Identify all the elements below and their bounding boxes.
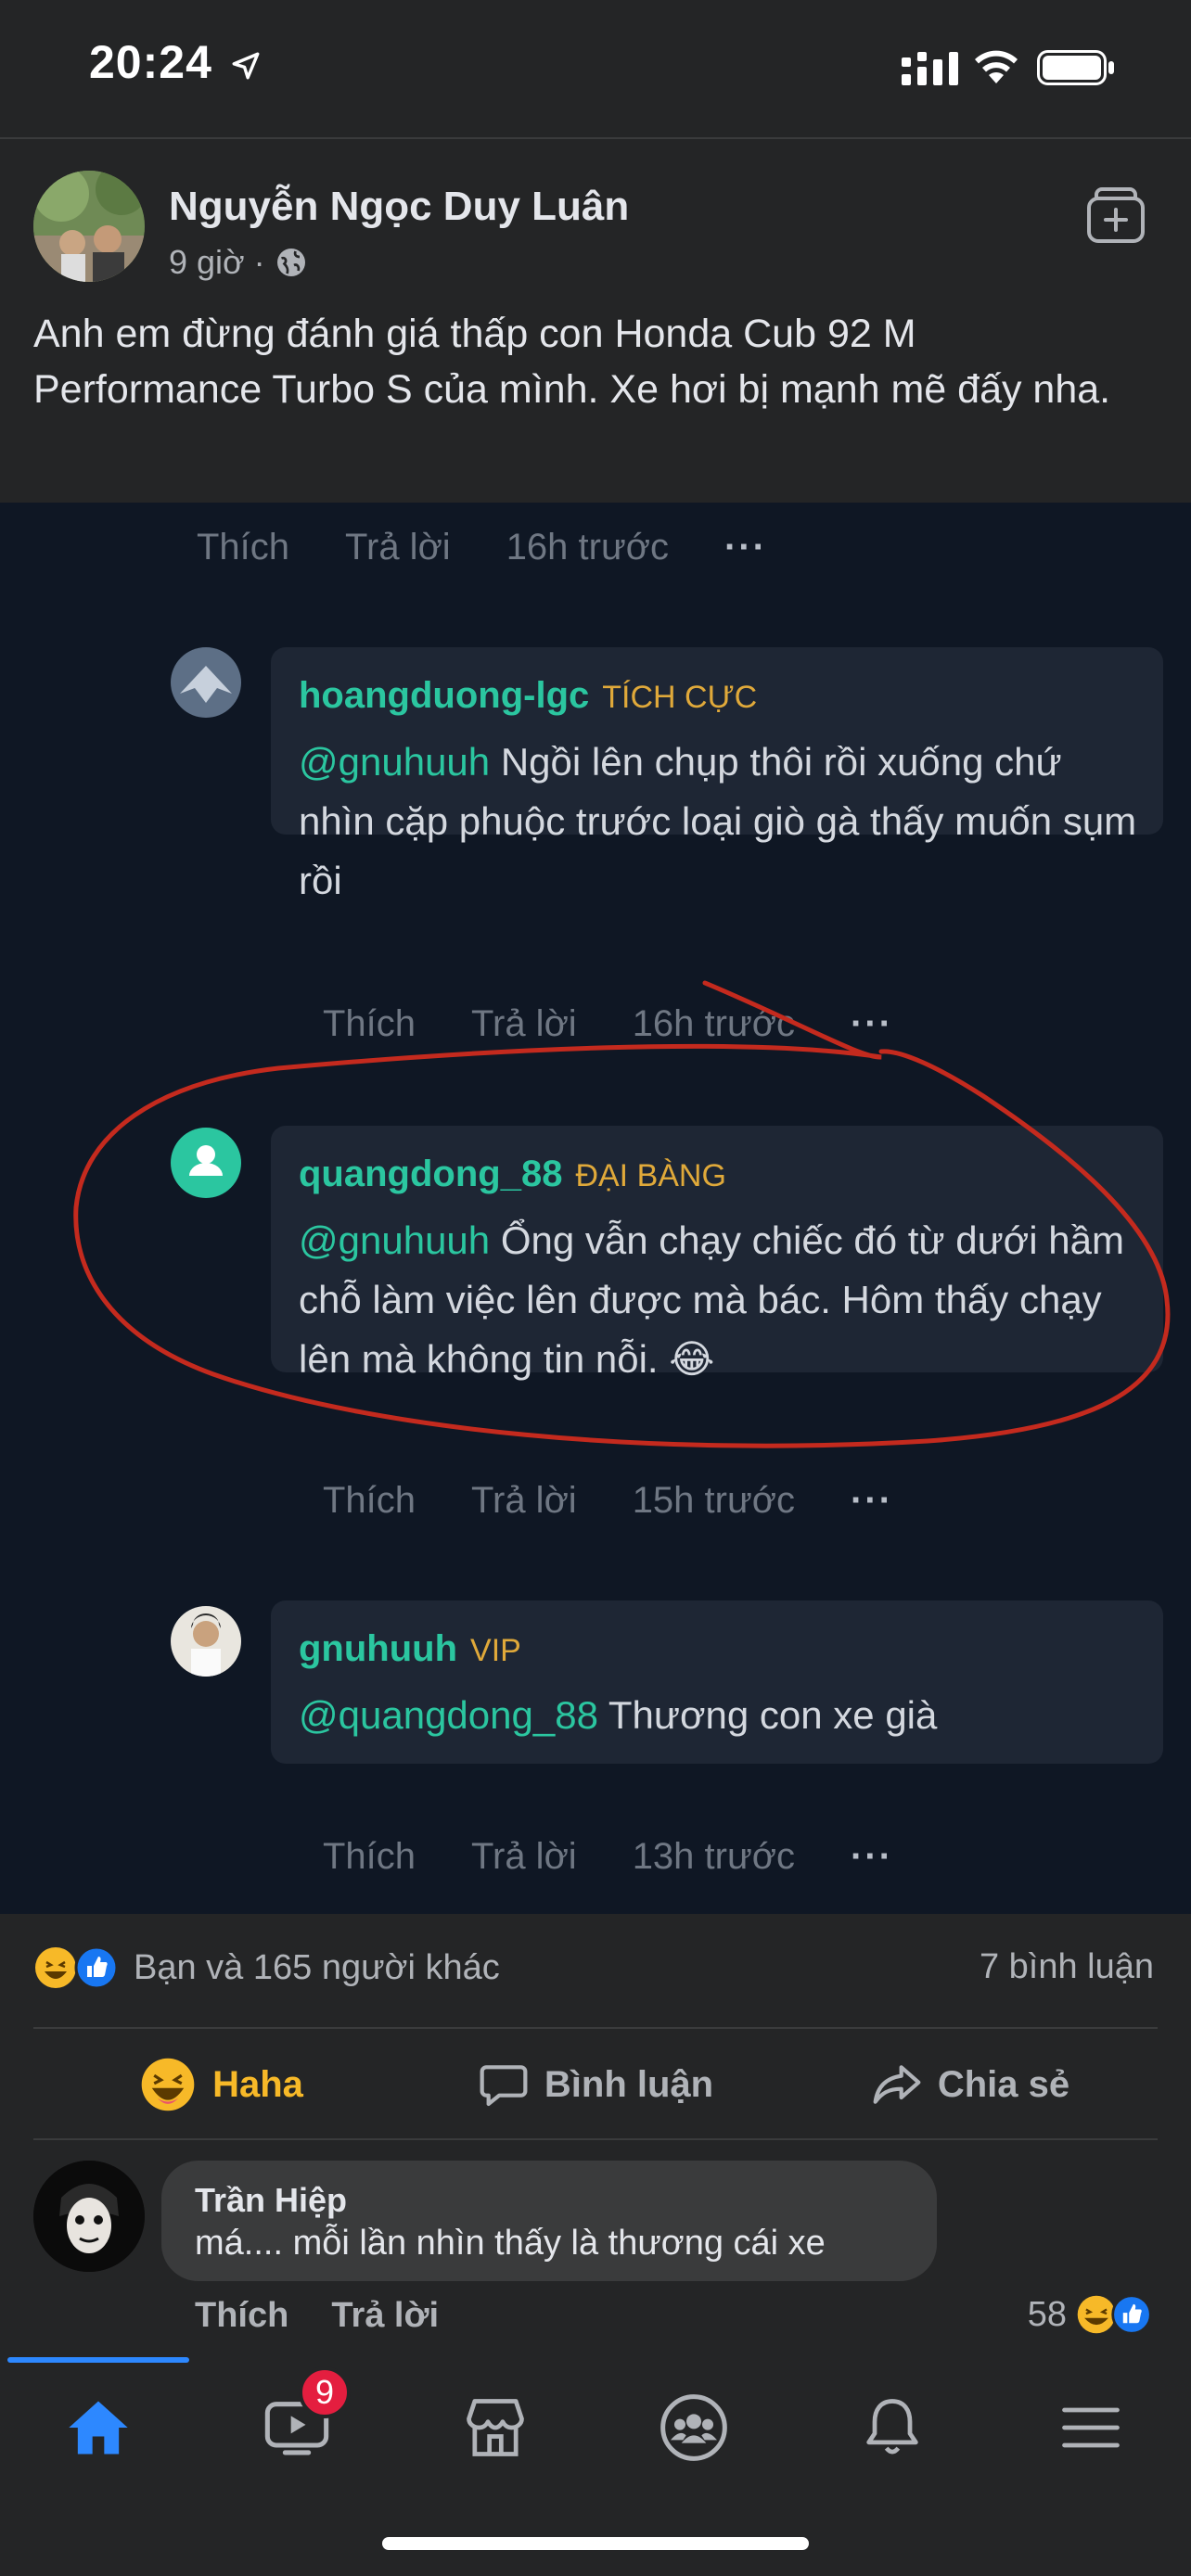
share-icon: [873, 2065, 921, 2104]
author-avatar[interactable]: [33, 171, 145, 282]
save-post-icon[interactable]: [1085, 185, 1146, 247]
commenter-avatar: [171, 647, 241, 718]
haha-label: Haha: [212, 2063, 303, 2105]
like-link[interactable]: Thích: [195, 2296, 288, 2336]
like-link: Thích: [323, 1003, 416, 1044]
more-icon: ···: [850, 1836, 893, 1877]
reply-link: Trả lời: [471, 1003, 577, 1044]
divider: [0, 137, 1191, 139]
author-name[interactable]: Nguyễn Ngọc Duy Luân: [169, 184, 629, 230]
globe-icon: [276, 249, 305, 276]
comment-actions: Thích Trả lời 16h trước ···: [197, 527, 823, 568]
like-link: Thích: [323, 1480, 416, 1521]
comment-bubble: gnuhuuh VIP @quangdong_88 Thương con xe g…: [271, 1600, 1163, 1764]
comment-username: hoangduong-lgc TÍCH CỰC: [299, 675, 757, 717]
nav-groups[interactable]: [647, 2381, 740, 2474]
commenter-avatar: [171, 1606, 241, 1677]
divider: [33, 2138, 1158, 2140]
commenter-name[interactable]: Trần Hiệp: [195, 2181, 347, 2220]
menu-icon: [1062, 2407, 1120, 2448]
meta-separator: ·: [253, 243, 265, 281]
comment-username: quangdong_88 ĐẠI BÀNG: [299, 1154, 726, 1195]
mention: @gnuhuuh: [299, 740, 491, 784]
location-arrow-icon: [232, 52, 260, 80]
home-icon: [69, 2401, 128, 2455]
comment-button[interactable]: Bình luận: [408, 2031, 783, 2138]
wifi-icon: [975, 50, 1018, 83]
nav-marketplace[interactable]: [449, 2381, 542, 2474]
commenter-avatar[interactable]: [33, 2161, 145, 2272]
comment-body: Thương con xe già: [597, 1693, 938, 1737]
reply-link: Trả lời: [471, 1480, 577, 1521]
more-icon: ···: [850, 1480, 893, 1521]
like-link: Thích: [323, 1836, 416, 1877]
cellular-signal-icon: [902, 52, 958, 85]
username-text: quangdong_88: [299, 1154, 563, 1194]
comment-time: 16h trước: [506, 527, 669, 567]
comment-actions: Thích Trả lời 13h trước ···: [323, 1836, 949, 1878]
comment-text: @gnuhuuh Ngồi lên chụp thôi rồi xuống ch…: [299, 733, 1143, 911]
marketplace-icon: [467, 2399, 524, 2456]
nav-home[interactable]: [52, 2381, 145, 2474]
reactions-summary[interactable]: Bạn và 165 người khác: [33, 1944, 500, 1992]
reply-link: Trả lời: [471, 1836, 577, 1877]
status-bar: 20:24: [0, 0, 1191, 137]
user-badge: TÍCH CỰC: [602, 680, 758, 715]
user-badge: VIP: [470, 1633, 521, 1668]
reaction-icons: [33, 1944, 121, 1992]
share-label: Chia sẻ: [937, 2063, 1070, 2105]
divider: [33, 2027, 1158, 2029]
home-indicator: [382, 2537, 809, 2550]
groups-icon: [660, 2394, 727, 2461]
username-text: gnuhuuh: [299, 1628, 458, 1669]
comment-icon: [480, 2065, 528, 2107]
haha-icon: [141, 2058, 195, 2111]
comment-text: @gnuhuuh Ổng vẫn chạy chiếc đó từ dưới h…: [299, 1211, 1143, 1389]
mention: @quangdong_88: [299, 1693, 598, 1737]
post-meta: 9 giờ ·: [169, 243, 308, 282]
mention: @gnuhuuh: [299, 1218, 491, 1262]
comment-actions: Thích Trả lời: [195, 2296, 439, 2336]
more-icon: ···: [724, 527, 767, 567]
comment-reactions[interactable]: 58: [1028, 2292, 1154, 2337]
user-badge: ĐẠI BÀNG: [575, 1158, 726, 1193]
post-text: Anh em đừng đánh giá thấp con Honda Cub …: [33, 312, 1111, 412]
comment-actions: Thích Trả lời 15h trước ···: [323, 1480, 949, 1522]
post-image[interactable]: Thích Trả lời 16h trước ··· hoangduong-l…: [0, 503, 1191, 1914]
comment-text: @quangdong_88 Thương con xe già: [299, 1686, 1143, 1745]
nav-notifications[interactable]: [846, 2381, 939, 2474]
comment-time: 13h trước: [632, 1836, 795, 1877]
haha-button[interactable]: Haha: [33, 2031, 408, 2138]
reply-link: Trả lời: [345, 527, 451, 567]
post-action-bar: Haha Bình luận Chia sẻ: [33, 2031, 1158, 2138]
comment-text: má.... mỗi lần nhìn thấy là thương cái x…: [195, 2224, 826, 2263]
nav-menu[interactable]: [1044, 2381, 1137, 2474]
reaction-count: 58: [1027, 2294, 1067, 2334]
comment-label: Bình luận: [544, 2063, 714, 2105]
comment-time: 15h trước: [632, 1480, 795, 1521]
post-time[interactable]: 9 giờ: [169, 243, 245, 282]
like-link: Thích: [197, 527, 290, 567]
default-avatar-icon: [171, 1128, 241, 1198]
more-icon: ···: [850, 1003, 893, 1044]
bell-icon: [866, 2399, 918, 2455]
reply-link[interactable]: Trả lời: [331, 2296, 439, 2336]
active-tab-indicator: [7, 2357, 189, 2363]
like-reaction-icon: [1111, 2294, 1152, 2335]
comment-bubble[interactable]: Trần Hiệp má.... mỗi lần nhìn thấy là th…: [161, 2161, 937, 2281]
comment-time: 16h trước: [632, 1003, 795, 1044]
status-time: 20:24: [89, 36, 212, 88]
comments-count[interactable]: 7 bình luận: [980, 1947, 1154, 1987]
reactions-text: Bạn và 165 người khác: [134, 1947, 500, 1987]
comment-bubble: hoangduong-lgc TÍCH CỰC @gnuhuuh Ngồi lên…: [271, 647, 1163, 902]
share-button[interactable]: Chia sẻ: [783, 2031, 1158, 2138]
battery-icon: [1037, 50, 1114, 85]
comment-actions: Thích Trả lời 16h trước ···: [323, 1003, 949, 1045]
notification-badge: 9: [299, 2366, 351, 2418]
comment-username: gnuhuuh VIP: [299, 1628, 521, 1670]
like-reaction-icon: [74, 1945, 119, 1990]
comment-bubble: quangdong_88 ĐẠI BÀNG @gnuhuuh Ổng vẫn ch…: [271, 1126, 1163, 1381]
username-text: hoangduong-lgc: [299, 675, 590, 716]
